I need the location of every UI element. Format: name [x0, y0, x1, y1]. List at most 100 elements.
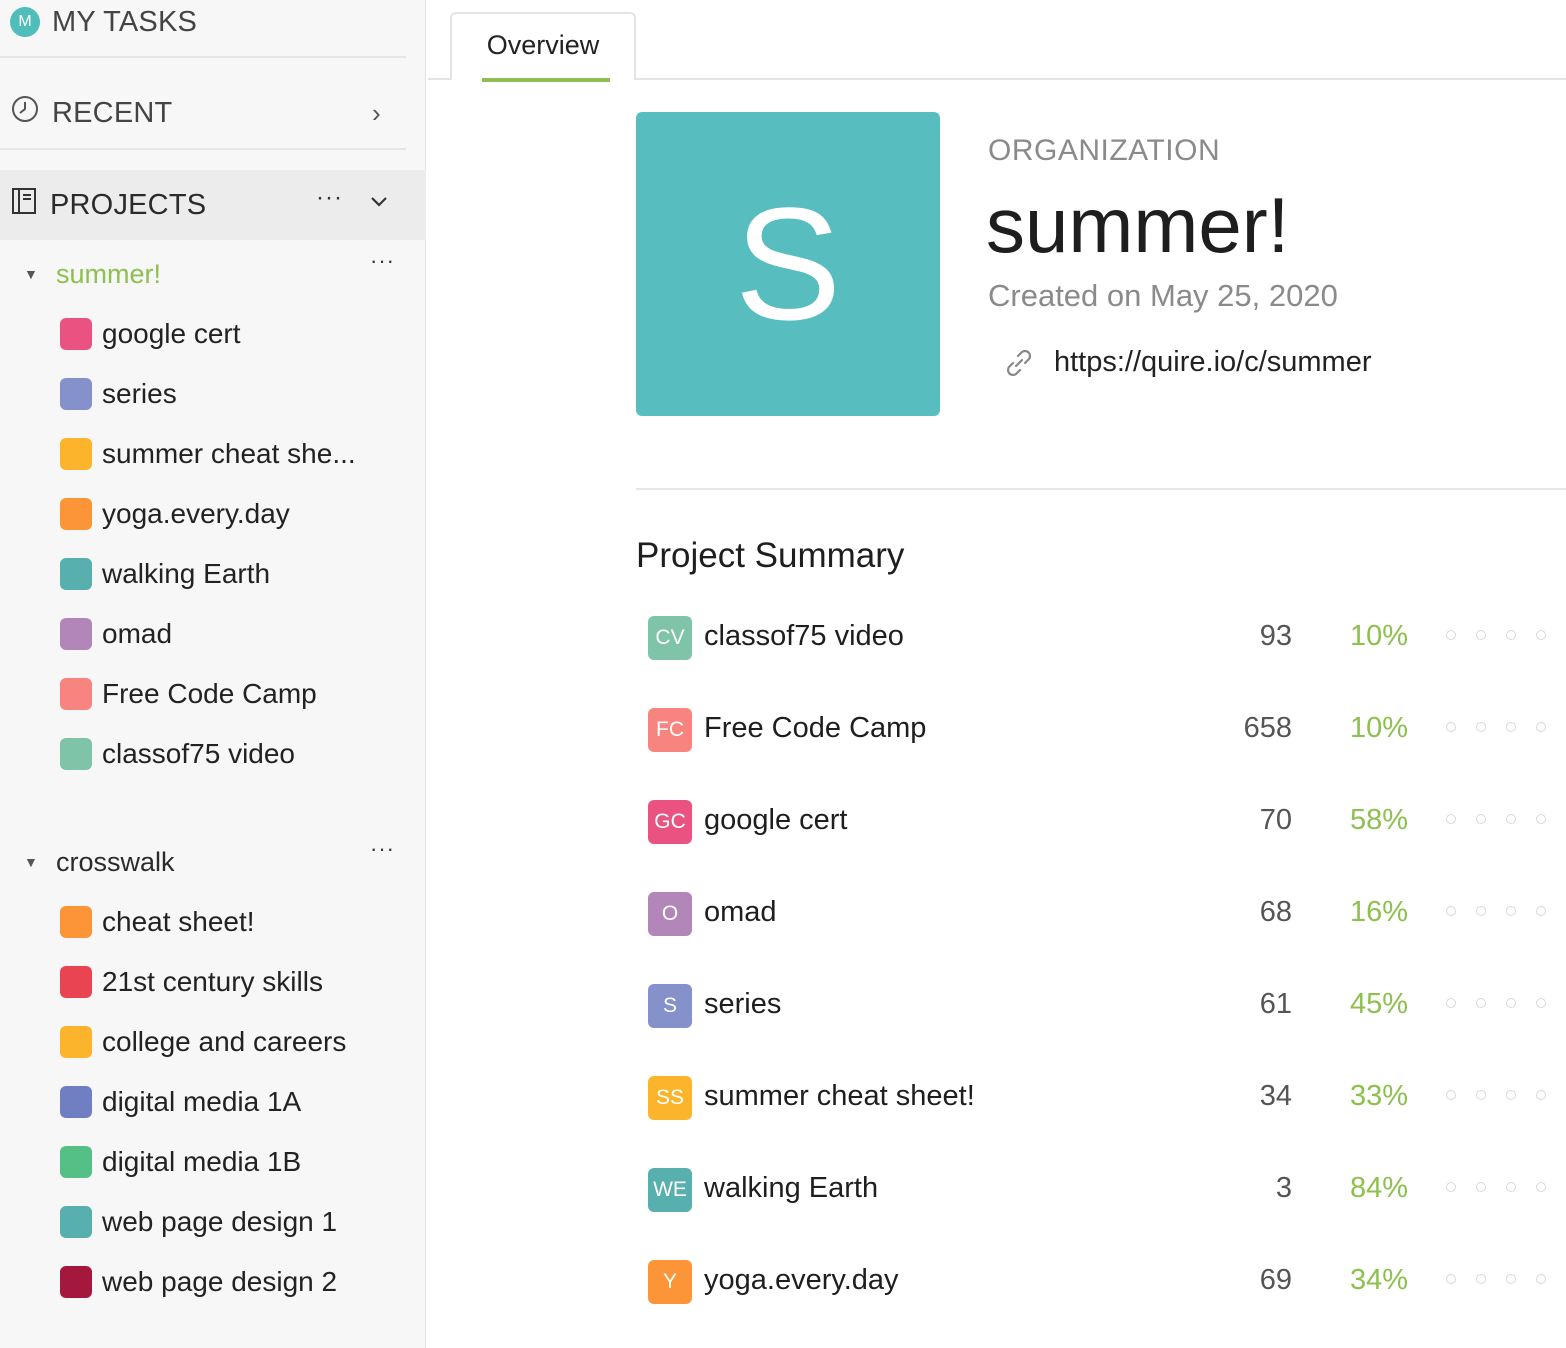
- task-count: 658: [1243, 712, 1292, 744]
- status-dot: [1536, 998, 1546, 1008]
- status-dots: [1446, 998, 1546, 1008]
- projects-more-button[interactable]: ···: [316, 184, 343, 212]
- project-name[interactable]: series: [704, 988, 781, 1021]
- sidebar-project-item[interactable]: 21st century skills: [60, 962, 323, 1002]
- project-name[interactable]: classof75 video: [704, 620, 904, 653]
- status-dot: [1446, 630, 1456, 640]
- project-group-crosswalk[interactable]: ▼ crosswalk ···: [0, 836, 426, 882]
- status-dot: [1446, 998, 1456, 1008]
- group-more-button[interactable]: ···: [370, 836, 395, 862]
- project-color-swatch: [60, 618, 92, 650]
- project-summary-title: Project Summary: [636, 536, 905, 575]
- project-summary-row[interactable]: Yyoga.every.day 69 34%: [648, 1260, 1566, 1304]
- sidebar-divider: [0, 148, 406, 150]
- completion-percent: 10%: [1349, 620, 1408, 652]
- sidebar-project-item[interactable]: yoga.every.day: [60, 494, 290, 534]
- sidebar-project-item[interactable]: web page design 1: [60, 1202, 337, 1242]
- sidebar-project-item[interactable]: college and careers: [60, 1022, 346, 1062]
- chevron-right-icon: ›: [372, 98, 381, 128]
- project-color-swatch: [60, 1026, 92, 1058]
- organization-created-date: Created on May 25, 2020: [988, 278, 1338, 313]
- status-dot: [1446, 906, 1456, 916]
- sidebar-project-item[interactable]: classof75 video: [60, 734, 295, 774]
- project-name[interactable]: Free Code Camp: [704, 712, 926, 745]
- project-item-label: summer cheat she...: [102, 438, 356, 469]
- task-count: 68: [1259, 896, 1292, 928]
- link-icon: [1002, 346, 1036, 380]
- sidebar-divider: [0, 56, 406, 58]
- project-summary-row[interactable]: CV classof75 video 93 10%: [648, 616, 1566, 660]
- sidebar-project-item[interactable]: series: [60, 374, 177, 414]
- project-name[interactable]: walking Earth: [704, 1172, 878, 1205]
- status-dots: [1446, 630, 1546, 640]
- project-badge: FC: [648, 708, 692, 752]
- status-dots: [1446, 814, 1546, 824]
- sidebar-project-item[interactable]: google cert: [60, 314, 241, 354]
- status-dots: [1446, 1090, 1546, 1100]
- nav-projects[interactable]: PROJECTS ···: [0, 170, 426, 240]
- sidebar-project-item[interactable]: digital media 1A: [60, 1082, 301, 1122]
- status-dot: [1506, 906, 1516, 916]
- status-dot: [1506, 1274, 1516, 1284]
- status-dot: [1476, 722, 1486, 732]
- status-dot: [1536, 814, 1546, 824]
- sidebar-project-item[interactable]: web page design 2: [60, 1262, 337, 1302]
- project-summary-row[interactable]: Oomad 68 16%: [648, 892, 1566, 936]
- project-group-summer[interactable]: ▼ summer! ···: [0, 248, 426, 294]
- sidebar-project-item[interactable]: omad: [60, 614, 172, 654]
- nav-recent-label: RECENT: [52, 96, 173, 129]
- project-item-label: omad: [102, 618, 173, 649]
- chevron-down-icon[interactable]: [370, 188, 388, 214]
- status-dot: [1536, 1274, 1546, 1284]
- project-item-label: web page design 1: [102, 1206, 338, 1237]
- completion-percent: 34%: [1349, 1264, 1408, 1296]
- status-dot: [1446, 814, 1456, 824]
- project-item-label: digital media 1A: [102, 1086, 302, 1117]
- project-item-label: digital media 1B: [102, 1146, 302, 1177]
- project-summary-row[interactable]: FC Free Code Camp 658 10%: [648, 708, 1566, 752]
- status-dot: [1446, 1182, 1456, 1192]
- organization-url-link[interactable]: https://quire.io/c/summer: [1054, 346, 1372, 379]
- project-summary-row[interactable]: SS summer cheat sheet! 34 33%: [648, 1076, 1566, 1120]
- sidebar-project-item[interactable]: digital media 1B: [60, 1142, 301, 1182]
- status-dot: [1536, 722, 1546, 732]
- status-dot: [1536, 1090, 1546, 1100]
- project-group-label: summer!: [56, 258, 162, 289]
- sidebar-project-item[interactable]: Free Code Camp: [60, 674, 317, 714]
- completion-percent: 33%: [1349, 1080, 1408, 1112]
- project-badge: S: [648, 984, 692, 1028]
- project-color-swatch: [60, 1086, 92, 1118]
- nav-my-tasks[interactable]: M MY TASKS: [0, 0, 426, 44]
- group-more-button[interactable]: ···: [370, 248, 395, 274]
- status-dots: [1446, 1182, 1546, 1192]
- project-name[interactable]: omad: [704, 896, 777, 929]
- nav-my-tasks-label: MY TASKS: [52, 5, 198, 38]
- project-summary-row[interactable]: GC google cert 70 58%: [648, 800, 1566, 844]
- status-dot: [1506, 998, 1516, 1008]
- project-badge: WE: [648, 1168, 692, 1212]
- section-divider: [636, 488, 1566, 490]
- sidebar-project-item[interactable]: cheat sheet!: [60, 902, 255, 942]
- tab-overview[interactable]: Overview: [450, 12, 636, 84]
- status-dot: [1506, 1090, 1516, 1100]
- project-color-swatch: [60, 906, 92, 938]
- project-name[interactable]: yoga.every.day: [704, 1264, 899, 1297]
- status-dot: [1446, 1274, 1456, 1284]
- project-summary-row[interactable]: Sseries 61 45%: [648, 984, 1566, 1028]
- sidebar-project-item[interactable]: walking Earth: [60, 554, 270, 594]
- nav-recent[interactable]: RECENT ›: [0, 84, 426, 142]
- caret-down-icon[interactable]: ▼: [24, 266, 38, 282]
- status-dot: [1506, 630, 1516, 640]
- project-name[interactable]: google cert: [704, 804, 848, 837]
- project-color-swatch: [60, 1206, 92, 1238]
- status-dot: [1536, 906, 1546, 916]
- project-item-label: walking Earth: [102, 558, 271, 589]
- organization-kind: ORGANIZATION: [988, 134, 1221, 167]
- sidebar-project-item[interactable]: summer cheat she...: [60, 434, 356, 474]
- project-name[interactable]: summer cheat sheet!: [704, 1080, 975, 1113]
- project-item-label: series: [102, 378, 177, 409]
- project-summary-row[interactable]: WE walking Earth 3 84%: [648, 1168, 1566, 1212]
- project-color-swatch: [60, 1146, 92, 1178]
- organization-name: summer!: [986, 181, 1290, 269]
- caret-down-icon[interactable]: ▼: [24, 854, 38, 870]
